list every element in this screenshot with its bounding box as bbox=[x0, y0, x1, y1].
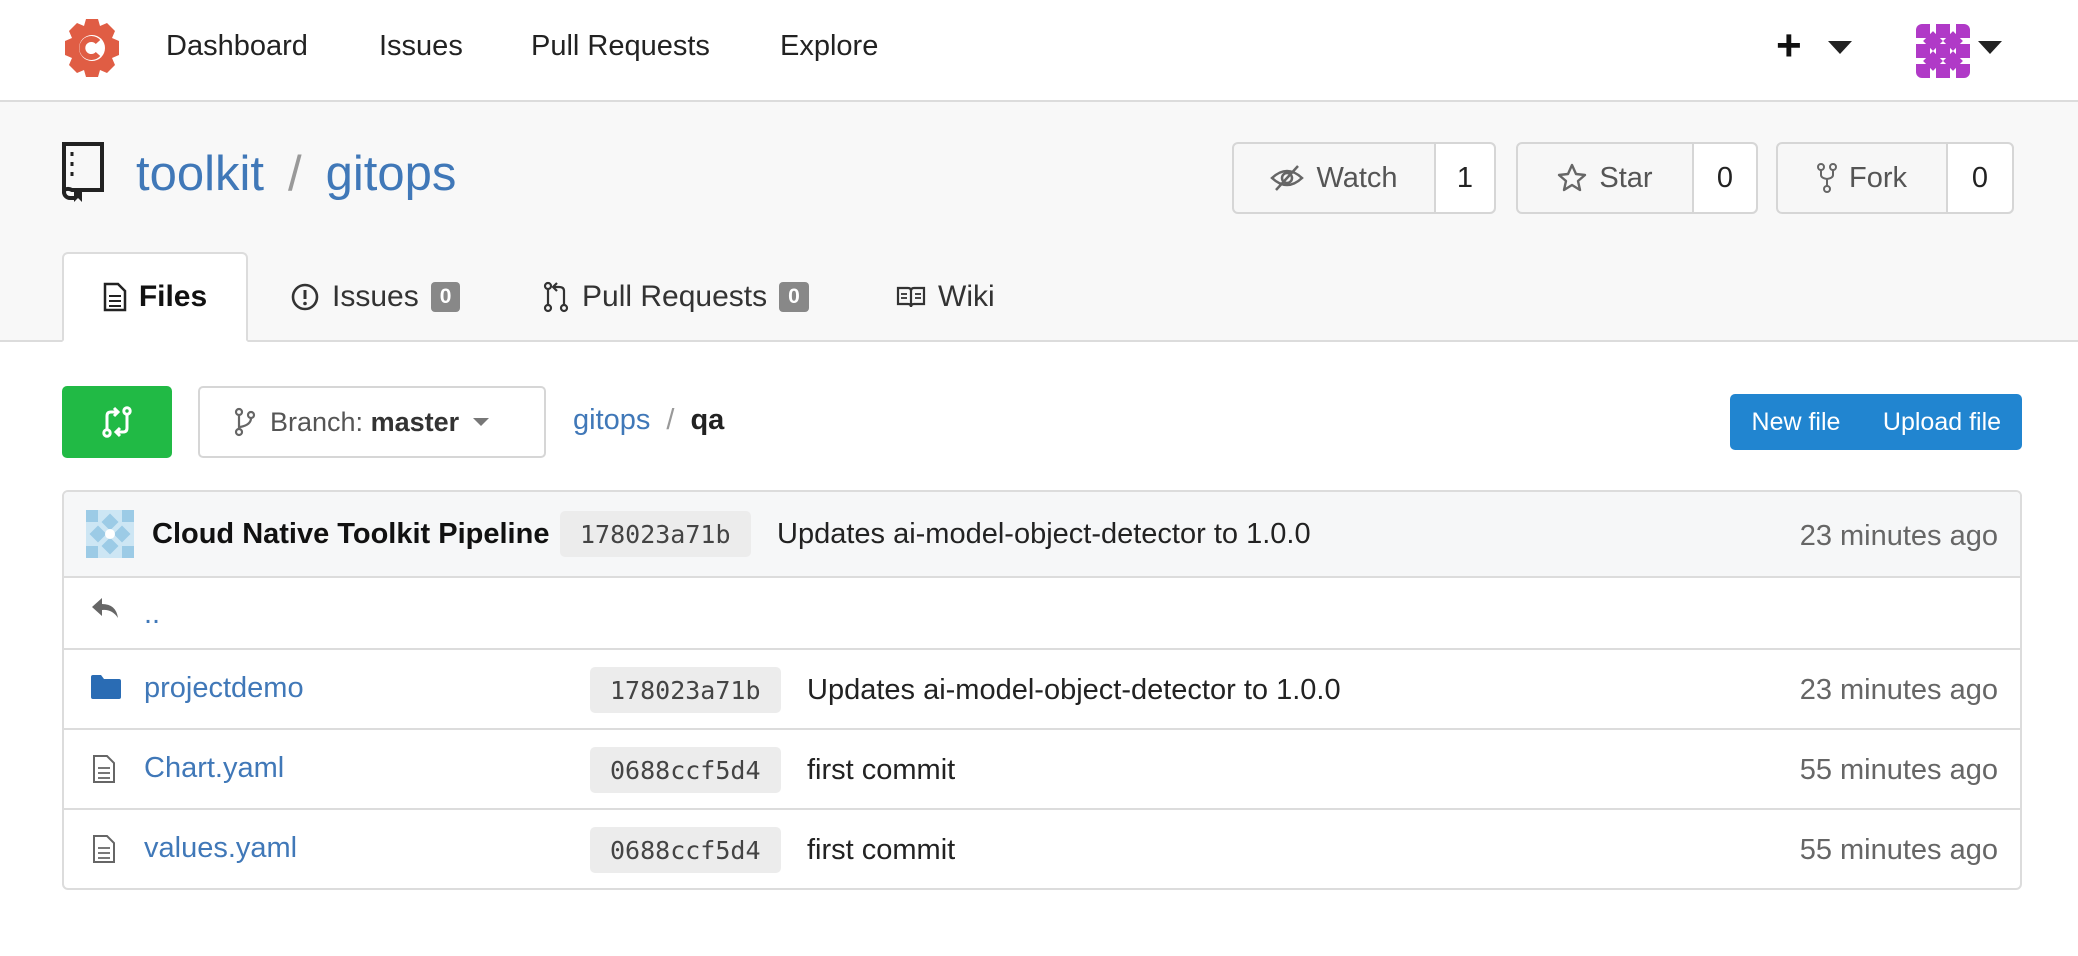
compare-arrows-icon bbox=[102, 406, 132, 438]
star-icon bbox=[1558, 163, 1587, 192]
repo-header: toolkit / gitops Watch 1 Star 0 Fork 0 F… bbox=[0, 102, 2078, 342]
new-file-button[interactable]: New file bbox=[1730, 394, 1862, 450]
fork-icon bbox=[1817, 163, 1837, 193]
reply-arrow-icon bbox=[92, 598, 118, 618]
file-text-icon bbox=[103, 282, 127, 312]
watch-label: Watch bbox=[1316, 161, 1398, 194]
tab-files[interactable]: Files bbox=[62, 252, 248, 342]
breadcrumb-root-link[interactable]: gitops bbox=[573, 404, 650, 436]
file-commit-age: 55 minutes ago bbox=[1799, 754, 1998, 786]
star-count[interactable]: 0 bbox=[1694, 144, 1756, 212]
tab-issues-label: Issues bbox=[332, 280, 419, 313]
user-avatar[interactable] bbox=[1916, 24, 1970, 78]
file-commit-message[interactable]: first commit bbox=[807, 754, 955, 787]
file-name-link[interactable]: projectdemo bbox=[144, 672, 304, 705]
repo-name-link[interactable]: gitops bbox=[326, 147, 457, 201]
file-commit-message[interactable]: first commit bbox=[807, 834, 955, 867]
issue-opened-icon bbox=[291, 283, 319, 311]
branch-prefix: Branch: bbox=[270, 406, 364, 437]
compare-button[interactable] bbox=[62, 386, 172, 458]
commit-author-avatar[interactable] bbox=[86, 510, 134, 558]
upload-file-button[interactable]: Upload file bbox=[1862, 394, 2022, 450]
repo-book-icon bbox=[62, 142, 104, 202]
file-commit-sha[interactable]: 0688ccf5d4 bbox=[590, 747, 781, 793]
parent-dir-link[interactable]: .. bbox=[144, 598, 160, 631]
git-branch-icon bbox=[234, 407, 256, 437]
parent-dir-row[interactable]: .. bbox=[64, 578, 2020, 650]
create-dropdown-caret-icon[interactable] bbox=[1828, 41, 1852, 54]
gitea-logo-icon[interactable] bbox=[62, 16, 122, 80]
file-row: projectdemo 178023a71b Updates ai-model-… bbox=[64, 650, 2020, 730]
tab-wiki-label: Wiki bbox=[938, 280, 995, 313]
watch-button[interactable]: Watch bbox=[1234, 144, 1436, 212]
nav-dashboard[interactable]: Dashboard bbox=[166, 30, 308, 63]
fork-button-group: Fork 0 bbox=[1776, 142, 2014, 214]
git-pull-request-icon bbox=[543, 281, 569, 313]
file-commit-sha[interactable]: 178023a71b bbox=[590, 667, 781, 713]
file-row: Chart.yaml 0688ccf5d4 first commit 55 mi… bbox=[64, 730, 2020, 810]
watch-button-group: Watch 1 bbox=[1232, 142, 1496, 214]
watch-count[interactable]: 1 bbox=[1436, 144, 1494, 212]
commit-age: 23 minutes ago bbox=[1799, 520, 1998, 552]
nav-issues[interactable]: Issues bbox=[379, 30, 463, 63]
file-text-icon bbox=[93, 835, 115, 863]
top-navbar: Dashboard Issues Pull Requests Explore + bbox=[0, 0, 2078, 102]
file-name-link[interactable]: Chart.yaml bbox=[144, 752, 284, 785]
nav-pull-requests[interactable]: Pull Requests bbox=[531, 30, 710, 63]
breadcrumb-separator: / bbox=[666, 404, 675, 436]
create-new-button[interactable]: + bbox=[1776, 24, 1802, 68]
user-menu-caret-icon[interactable] bbox=[1978, 41, 2002, 54]
file-name-link[interactable]: values.yaml bbox=[144, 832, 297, 865]
branch-selector[interactable]: Branch: master bbox=[198, 386, 546, 458]
commit-message[interactable]: Updates ai-model-object-detector to 1.0.… bbox=[777, 518, 1311, 551]
fork-count[interactable]: 0 bbox=[1948, 144, 2012, 212]
eye-slash-icon bbox=[1270, 165, 1305, 191]
fork-button[interactable]: Fork bbox=[1778, 144, 1948, 212]
branch-dropdown-caret-icon bbox=[473, 418, 490, 426]
commit-author[interactable]: Cloud Native Toolkit Pipeline bbox=[152, 518, 549, 551]
file-commit-message[interactable]: Updates ai-model-object-detector to 1.0.… bbox=[807, 674, 1341, 707]
file-commit-age: 23 minutes ago bbox=[1799, 674, 1998, 706]
nav-explore[interactable]: Explore bbox=[780, 30, 878, 63]
repo-title: toolkit / gitops bbox=[136, 146, 456, 202]
star-button[interactable]: Star bbox=[1518, 144, 1694, 212]
tab-pull-requests-label: Pull Requests bbox=[582, 280, 768, 313]
tab-wiki[interactable]: Wiki bbox=[896, 252, 995, 342]
star-label: Star bbox=[1599, 161, 1653, 194]
tab-pull-requests-count: 0 bbox=[779, 282, 809, 312]
breadcrumb-current: qa bbox=[690, 404, 725, 436]
folder-icon bbox=[91, 675, 121, 699]
tab-issues-count: 0 bbox=[430, 282, 461, 312]
latest-commit-row: Cloud Native Toolkit Pipeline 178023a71b… bbox=[64, 492, 2020, 578]
tab-pull-requests[interactable]: Pull Requests 0 bbox=[542, 252, 809, 342]
repo-owner-link[interactable]: toolkit bbox=[136, 147, 264, 201]
path-breadcrumb: gitops / qa bbox=[573, 404, 724, 437]
star-button-group: Star 0 bbox=[1516, 142, 1758, 214]
fork-label: Fork bbox=[1849, 161, 1907, 194]
file-commit-age: 55 minutes ago bbox=[1799, 834, 1998, 866]
tab-files-label: Files bbox=[138, 280, 208, 313]
file-table: Cloud Native Toolkit Pipeline 178023a71b… bbox=[62, 490, 2022, 890]
book-icon bbox=[896, 286, 926, 308]
tab-issues[interactable]: Issues 0 bbox=[290, 252, 461, 342]
branch-name: master bbox=[370, 406, 460, 437]
file-commit-sha[interactable]: 0688ccf5d4 bbox=[590, 827, 781, 873]
file-text-icon bbox=[93, 755, 115, 783]
repo-title-separator: / bbox=[288, 147, 302, 201]
file-row: values.yaml 0688ccf5d4 first commit 55 m… bbox=[64, 810, 2020, 888]
commit-sha-badge[interactable]: 178023a71b bbox=[560, 511, 751, 557]
